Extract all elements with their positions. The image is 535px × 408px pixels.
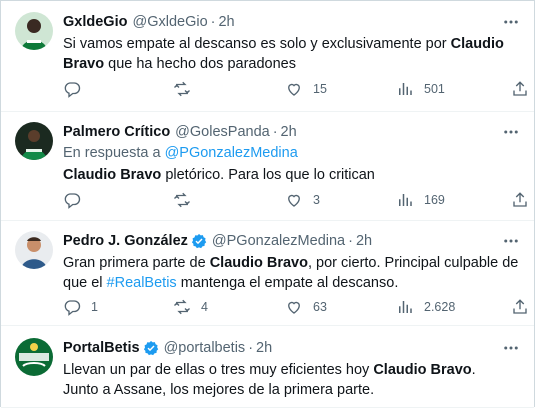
views-icon: [399, 194, 412, 206]
tweet-portalbetis[interactable]: PortalBetis @portalbetis · 2h Llevan un …: [1, 326, 534, 408]
tweet-actions: 3 169: [63, 190, 527, 210]
text-mention-bold: Claudio Bravo: [373, 362, 472, 378]
views-icon: [399, 301, 412, 313]
tweet-header: Palmero Crítico @GolesPanda · 2h: [63, 122, 520, 142]
text-segment: pletórico. Para los que lo critican: [161, 167, 375, 183]
like-count: 3: [313, 193, 320, 207]
views-count: 169: [424, 193, 445, 207]
views-button[interactable]: 501: [396, 80, 445, 98]
text-segment: Gran primera parte de: [63, 255, 210, 271]
more-icon[interactable]: [502, 232, 520, 250]
share-button[interactable]: [511, 298, 529, 316]
like-button[interactable]: 3: [285, 191, 320, 209]
like-count: 15: [313, 82, 327, 96]
more-icon[interactable]: [502, 13, 520, 31]
text-segment: Llevan un par de ellas o tres muy eficie…: [63, 362, 374, 378]
share-icon: [513, 192, 527, 207]
tweet-text: Claudio Bravo pletórico. Para los que lo…: [63, 165, 520, 185]
views-count: 2.628: [424, 300, 456, 314]
avatar[interactable]: [15, 12, 53, 50]
views-button[interactable]: 2.628: [396, 298, 455, 316]
retweet-button[interactable]: 4: [173, 298, 208, 316]
separator-dot: ·: [210, 14, 216, 30]
display-name[interactable]: GxldeGio: [63, 14, 127, 30]
tweet-actions: 15 501: [63, 79, 527, 99]
views-button[interactable]: 169: [396, 191, 445, 209]
reply-prefix: En respuesta a: [63, 145, 161, 161]
reply-context: En respuesta a @PGonzalezMedina: [63, 144, 520, 163]
reply-button[interactable]: [63, 191, 91, 209]
share-icon: [513, 81, 527, 96]
heart-icon: [288, 194, 300, 207]
tweet-pedro-gonzalez[interactable]: Pedro J. González @PGonzalezMedina · 2h …: [1, 221, 534, 326]
retweet-count: 4: [201, 300, 208, 314]
heart-icon: [288, 83, 300, 96]
verified-badge-icon: [191, 233, 207, 249]
timestamp[interactable]: 2h: [256, 340, 272, 356]
more-icon[interactable]: [502, 339, 520, 357]
heart-icon: [288, 301, 300, 314]
share-button[interactable]: [511, 80, 529, 98]
reply-button[interactable]: [63, 80, 91, 98]
text-segment: Si vamos empate al descanso es solo y ex…: [63, 36, 451, 52]
tweet-gxldegio[interactable]: GxldeGio @GxldeGio · 2h Si vamos empate …: [1, 1, 534, 112]
timestamp[interactable]: 2h: [356, 233, 372, 249]
reply-icon: [64, 193, 81, 209]
like-count: 63: [313, 300, 327, 314]
like-button[interactable]: 63: [285, 298, 327, 316]
tweet-actions: 1 4 63 2.628: [63, 297, 527, 317]
reply-to-user-link[interactable]: @PGonzalezMedina: [165, 145, 298, 161]
text-mention-bold: Claudio Bravo: [209, 255, 308, 271]
tweet-palmero-critico[interactable]: Palmero Crítico @GolesPanda · 2h En resp…: [1, 112, 534, 221]
user-handle[interactable]: @PGonzalezMedina: [212, 233, 345, 249]
retweet-icon: [174, 192, 190, 208]
tweet-text: Llevan un par de ellas o tres muy eficie…: [63, 360, 520, 400]
display-name[interactable]: Pedro J. González: [63, 233, 188, 249]
avatar[interactable]: [15, 231, 53, 269]
display-name[interactable]: Palmero Crítico: [63, 124, 170, 140]
tweet-header: GxldeGio @GxldeGio · 2h: [63, 12, 520, 32]
tweet-text: Si vamos empate al descanso es solo y ex…: [63, 34, 520, 74]
verified-badge-icon: [143, 340, 159, 356]
avatar[interactable]: [15, 122, 53, 160]
separator-dot: ·: [348, 233, 353, 249]
text-segment: .: [471, 362, 476, 378]
separator-dot: ·: [272, 124, 278, 140]
text-mention-bold: Claudio Bravo: [63, 167, 162, 183]
reply-icon: [64, 300, 81, 316]
retweet-button[interactable]: [173, 191, 201, 209]
retweet-icon: [174, 299, 190, 315]
user-handle[interactable]: @portalbetis: [164, 340, 246, 356]
hashtag-link[interactable]: #RealBetis: [107, 275, 177, 291]
reply-icon: [64, 82, 81, 98]
tweet-text: Gran primera parte de Claudio Bravo, por…: [63, 253, 520, 293]
text-segment: que ha hecho dos paradones: [104, 56, 296, 72]
views-count: 501: [424, 82, 445, 96]
reply-count: 1: [91, 300, 98, 314]
display-name[interactable]: PortalBetis: [63, 340, 140, 356]
user-handle[interactable]: @GxldeGio: [132, 14, 207, 30]
avatar[interactable]: [15, 338, 53, 376]
like-button[interactable]: 15: [285, 80, 327, 98]
retweet-button[interactable]: [173, 80, 201, 98]
more-icon[interactable]: [502, 123, 520, 141]
share-button[interactable]: [511, 191, 529, 209]
user-handle[interactable]: @GolesPanda: [175, 124, 270, 140]
timestamp[interactable]: 2h: [218, 14, 234, 30]
text-segment: mantenga el empate al descanso.: [176, 275, 399, 291]
tweet-header: Pedro J. González @PGonzalezMedina · 2h: [63, 231, 520, 251]
tweet-header: PortalBetis @portalbetis · 2h: [63, 338, 520, 358]
views-icon: [399, 83, 412, 95]
text-segment: Junto a Assane, los mejores de la primer…: [63, 382, 375, 398]
reply-button[interactable]: 1: [63, 298, 98, 316]
retweet-icon: [174, 81, 190, 97]
separator-dot: ·: [248, 340, 254, 356]
share-icon: [513, 299, 527, 314]
timestamp[interactable]: 2h: [281, 124, 297, 140]
